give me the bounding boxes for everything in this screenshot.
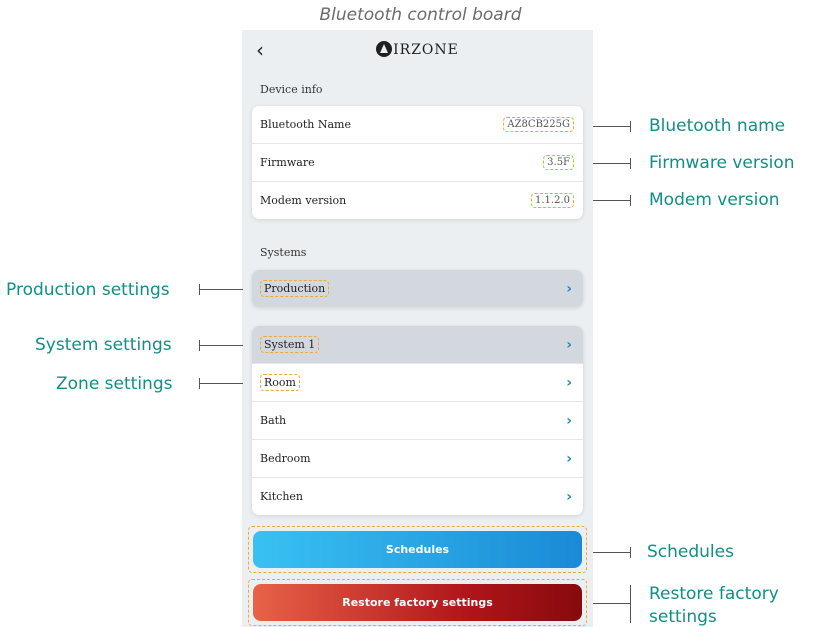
annotation-modem-version: Modem version: [649, 190, 780, 210]
schedules-button[interactable]: Schedules: [253, 531, 582, 568]
chevron-right-icon: ›: [566, 280, 572, 297]
annotation-system-settings: System settings: [35, 335, 172, 355]
annotation-restore-line1: Restore factory: [649, 584, 779, 604]
production-label: Production: [260, 280, 330, 297]
device-info-card: Bluetooth Name AZ8CB225G Firmware 3.5F M…: [252, 106, 583, 219]
row-label: Firmware: [260, 156, 315, 169]
annotation-line: [593, 126, 630, 127]
annotation-schedules: Schedules: [647, 542, 734, 562]
brand-name: IRZONE: [393, 42, 459, 58]
firmware-value: 3.5F: [543, 155, 574, 170]
chevron-right-icon: ›: [566, 412, 572, 429]
production-card: Production ›: [252, 270, 583, 307]
bluetooth-name-value: AZ8CB225G: [503, 117, 574, 132]
annotation-tick: [630, 547, 631, 558]
bluetooth-name-row: Bluetooth Name AZ8CB225G: [252, 106, 583, 144]
restore-factory-button[interactable]: Restore factory settings: [253, 584, 582, 621]
restore-highlight: Restore factory settings: [248, 579, 587, 626]
chevron-right-icon: ›: [566, 488, 572, 505]
zone-label: Kitchen: [260, 490, 303, 503]
annotation-line: [593, 200, 630, 201]
zone-row-bedroom[interactable]: Bedroom ›: [252, 440, 583, 478]
chevron-right-icon: ›: [566, 450, 572, 467]
annotation-production-settings: Production settings: [6, 280, 170, 300]
zone-label: Bedroom: [260, 452, 311, 465]
system-label: System 1: [260, 336, 320, 353]
row-label: Bluetooth Name: [260, 118, 351, 131]
top-bar: ‹ IRZONE: [242, 30, 593, 68]
device-info-title: Device info: [260, 83, 323, 96]
airzone-logo-icon: [376, 41, 393, 57]
brand-logo: IRZONE: [242, 39, 593, 58]
app-screen: ‹ IRZONE Device info Bluetooth Name AZ8C…: [242, 30, 593, 627]
annotation-line: [593, 603, 630, 604]
schedules-highlight: Schedules: [248, 526, 587, 573]
modem-version-row: Modem version 1.1.2.0: [252, 182, 583, 219]
zone-row-room[interactable]: Room ›: [252, 364, 583, 402]
annotation-bluetooth-name: Bluetooth name: [649, 116, 786, 136]
chevron-right-icon: ›: [566, 336, 572, 353]
annotation-line: [199, 383, 243, 384]
annotation-tick: [630, 121, 631, 132]
annotation-zone-settings: Zone settings: [56, 374, 173, 394]
zone-label: Room: [260, 374, 300, 391]
figure-caption: Bluetooth control board: [319, 5, 522, 25]
annotation-line: [199, 289, 243, 290]
annotation-firmware-version: Firmware version: [649, 153, 795, 173]
annotation-tick: [630, 195, 631, 206]
chevron-right-icon: ›: [566, 374, 572, 391]
firmware-row: Firmware 3.5F: [252, 144, 583, 182]
annotation-line: [593, 163, 630, 164]
system-card: System 1 › Room › Bath › Bedroom › Kitch…: [252, 326, 583, 515]
annotation-restore-line2: settings: [649, 607, 717, 627]
zone-row-kitchen[interactable]: Kitchen ›: [252, 478, 583, 515]
annotation-line: [199, 345, 243, 346]
annotation-line: [593, 552, 630, 553]
zone-row-bath[interactable]: Bath ›: [252, 402, 583, 440]
systems-title: Systems: [260, 246, 307, 259]
zone-label: Bath: [260, 414, 287, 427]
modem-version-value: 1.1.2.0: [531, 193, 574, 208]
production-row[interactable]: Production ›: [252, 270, 583, 307]
row-label: Modem version: [260, 194, 347, 207]
annotation-tick: [630, 158, 631, 169]
annotation-tick: [630, 585, 631, 623]
system-row[interactable]: System 1 ›: [252, 326, 583, 364]
